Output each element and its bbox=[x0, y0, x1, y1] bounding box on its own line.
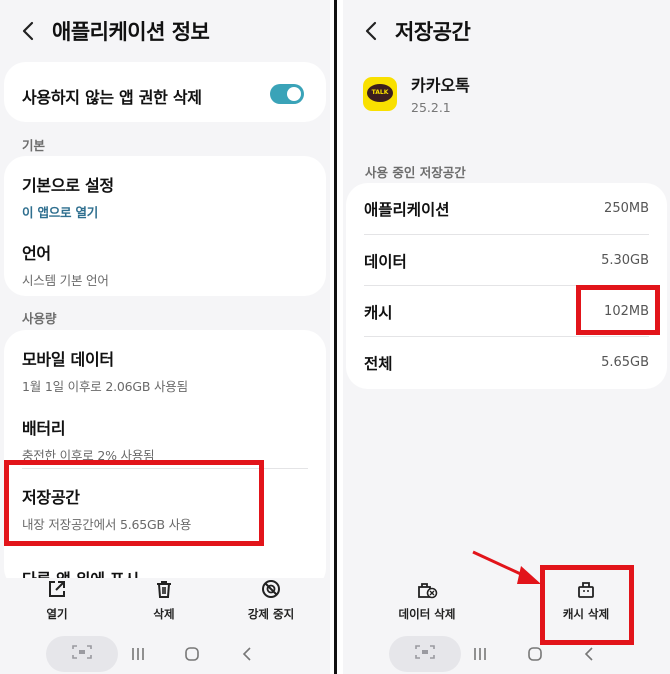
header: 저장공간 bbox=[343, 0, 670, 62]
set-default-row[interactable]: 기본으로 설정 이 앱으로 열기 bbox=[4, 172, 326, 221]
clear-data-button[interactable]: 데이터 삭제 bbox=[377, 578, 477, 622]
delete-button[interactable]: 삭제 bbox=[114, 578, 214, 622]
row-title: 배터리 bbox=[22, 419, 66, 438]
system-nav-bar bbox=[343, 632, 670, 674]
row-title: 모바일 데이터 bbox=[22, 350, 114, 369]
capture-icon bbox=[71, 644, 93, 664]
storage-highlight-box bbox=[4, 460, 264, 546]
storage-row-total: 전체 5.65GB bbox=[346, 337, 667, 388]
back-nav-icon[interactable] bbox=[236, 644, 258, 664]
app-identity: TALK 카카오톡 25.2.1 bbox=[363, 72, 470, 115]
row-title: 언어 bbox=[22, 244, 51, 263]
row-subtitle: 시스템 기본 언어 bbox=[22, 273, 109, 288]
storage-row-app: 애플리케이션 250MB bbox=[346, 183, 667, 234]
toggle-card: 사용하지 않는 앱 권한 삭제 bbox=[4, 62, 326, 122]
button-label: 데이터 삭제 bbox=[398, 607, 456, 621]
page-title: 애플리케이션 정보 bbox=[52, 20, 210, 44]
section-label-usage: 사용량 bbox=[22, 311, 57, 326]
page-title: 저장공간 bbox=[395, 20, 471, 44]
row-title: 기본으로 설정 bbox=[22, 176, 114, 195]
storage-screen: 저장공간 TALK 카카오톡 25.2.1 사용 중인 저장공간 애플리케이션 … bbox=[343, 0, 670, 674]
back-arrow-icon[interactable] bbox=[18, 21, 38, 41]
app-version: 25.2.1 bbox=[411, 100, 451, 115]
trash-icon bbox=[114, 578, 214, 600]
screen-divider bbox=[330, 0, 343, 674]
section-label-basic: 기본 bbox=[22, 138, 46, 153]
bottom-action-bar: 열기 삭제 강제 중지 bbox=[0, 578, 330, 628]
logo-text: TALK bbox=[371, 88, 389, 96]
system-nav-bar bbox=[0, 632, 330, 674]
battery-row[interactable]: 배터리 충전한 이후로 2% 사용됨 bbox=[4, 415, 326, 464]
button-label: 열기 bbox=[46, 607, 68, 621]
language-row[interactable]: 언어 시스템 기본 언어 bbox=[4, 240, 326, 289]
remove-permissions-toggle[interactable] bbox=[270, 84, 304, 104]
mobile-data-row[interactable]: 모바일 데이터 1월 1일 이후로 2.06GB 사용됨 bbox=[4, 346, 326, 395]
home-icon[interactable] bbox=[181, 644, 203, 664]
storage-value: 5.30GB bbox=[601, 253, 649, 268]
button-label: 강제 중지 bbox=[247, 607, 295, 621]
storage-key: 데이터 bbox=[364, 252, 407, 271]
header: 애플리케이션 정보 bbox=[0, 0, 330, 62]
storage-value: 250MB bbox=[604, 201, 649, 216]
recent-apps-icon[interactable] bbox=[469, 644, 491, 664]
storage-key: 전체 bbox=[364, 354, 393, 373]
basic-card: 기본으로 설정 이 앱으로 열기 언어 시스템 기본 언어 bbox=[4, 156, 326, 296]
home-icon[interactable] bbox=[524, 644, 546, 664]
row-subtitle: 이 앱으로 열기 bbox=[22, 205, 99, 220]
block-icon bbox=[221, 578, 321, 600]
open-external-icon bbox=[7, 578, 107, 600]
storage-key: 캐시 bbox=[364, 303, 393, 322]
app-name: 카카오톡 bbox=[411, 76, 470, 95]
button-label: 삭제 bbox=[153, 607, 175, 621]
storage-value: 5.65GB bbox=[601, 355, 649, 370]
cache-value-highlight-box bbox=[576, 285, 660, 335]
row-subtitle: 1월 1일 이후로 2.06GB 사용됨 bbox=[22, 379, 188, 394]
clear-data-icon bbox=[377, 578, 477, 600]
recent-apps-icon[interactable] bbox=[127, 644, 149, 664]
force-stop-button[interactable]: 강제 중지 bbox=[221, 578, 321, 622]
capture-nav-button[interactable] bbox=[389, 636, 461, 672]
capture-icon bbox=[414, 644, 436, 664]
kakaotalk-logo-icon: TALK bbox=[363, 76, 397, 111]
back-arrow-icon[interactable] bbox=[361, 21, 381, 41]
open-button[interactable]: 열기 bbox=[7, 578, 107, 622]
back-nav-icon[interactable] bbox=[578, 644, 600, 664]
section-label-storage: 사용 중인 저장공간 bbox=[365, 165, 466, 180]
capture-nav-button[interactable] bbox=[46, 636, 118, 672]
storage-row-data: 데이터 5.30GB bbox=[346, 235, 667, 286]
storage-key: 애플리케이션 bbox=[364, 200, 450, 219]
app-info-screen: 애플리케이션 정보 사용하지 않는 앱 권한 삭제 기본 기본으로 설정 이 앱… bbox=[0, 0, 330, 674]
